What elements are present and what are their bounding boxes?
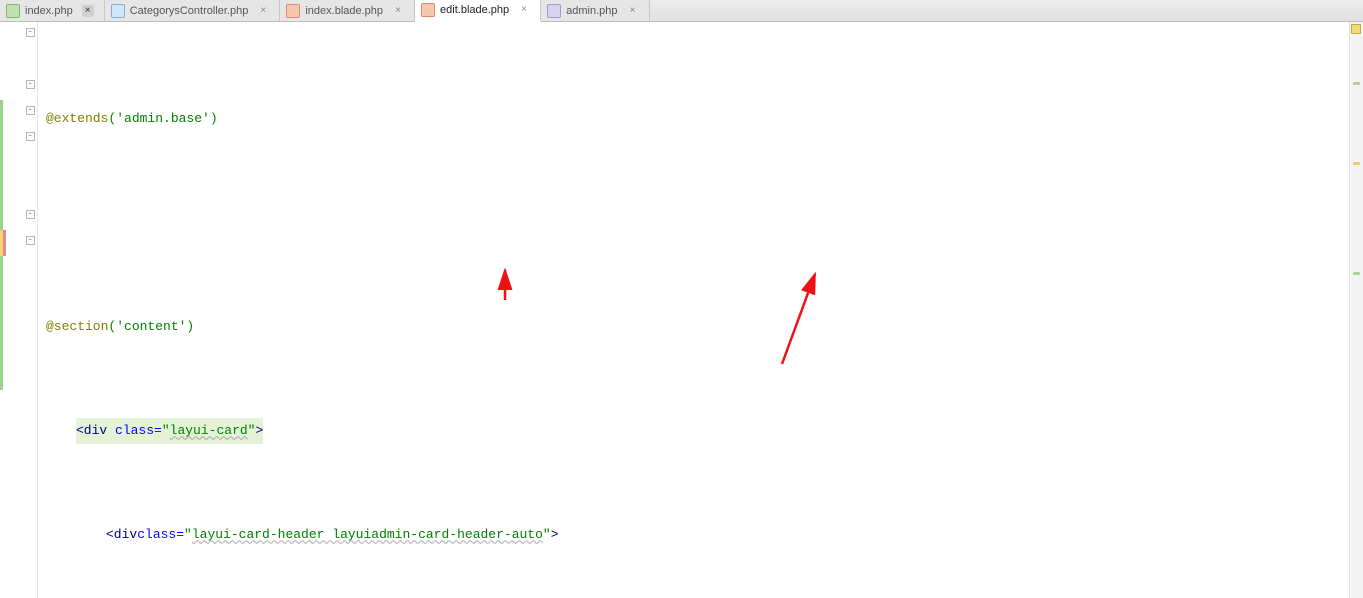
php-file-icon [547, 4, 561, 18]
code-line: @section('content') [46, 314, 1363, 340]
code-line: <div class="layui-card"> [46, 418, 1363, 444]
php-file-icon [6, 4, 20, 18]
php-class-icon [111, 4, 125, 18]
blade-directive: @section [46, 314, 108, 340]
code-line: <div class="layui-card-header layuiadmin… [46, 522, 1363, 548]
code-line: @extends('admin.base') [46, 106, 1363, 132]
code-line [46, 210, 1363, 236]
blade-directive: @extends [46, 106, 108, 132]
fold-toggle-icon[interactable]: - [26, 210, 35, 219]
fold-column: - - - - - - [23, 22, 37, 598]
tab-label: admin.php [566, 5, 617, 17]
inspection-status-icon [1351, 24, 1361, 34]
code-editor[interactable]: - - - - - - @extends('admin.base') @sect… [0, 22, 1363, 598]
tab-admin-php[interactable]: admin.php × [541, 0, 649, 21]
tab-edit-blade[interactable]: edit.blade.php × [415, 0, 541, 22]
code-area[interactable]: @extends('admin.base') @section('content… [38, 22, 1363, 598]
vertical-scrollbar[interactable] [1349, 22, 1363, 598]
close-icon[interactable]: × [392, 5, 404, 17]
fold-toggle-icon[interactable]: - [26, 132, 35, 141]
close-icon[interactable]: × [627, 5, 639, 17]
editor-tabbar: index.php × CategorysController.php × in… [0, 0, 1363, 22]
fold-toggle-icon[interactable]: - [26, 236, 35, 245]
editor-gutter: - - - - - - [0, 22, 38, 598]
blade-file-icon [286, 4, 300, 18]
blade-file-icon [421, 3, 435, 17]
fold-toggle-icon[interactable]: - [26, 106, 35, 115]
fold-toggle-icon[interactable]: - [26, 80, 35, 89]
close-icon[interactable]: × [82, 5, 94, 17]
tab-label: index.php [25, 5, 73, 17]
tab-label: edit.blade.php [440, 4, 509, 16]
tab-label: CategorysController.php [130, 5, 249, 17]
tab-label: index.blade.php [305, 5, 383, 17]
tab-index-blade[interactable]: index.blade.php × [280, 0, 415, 21]
tab-index-php[interactable]: index.php × [0, 0, 105, 21]
fold-toggle-icon[interactable]: - [26, 28, 35, 37]
tab-categorys-controller[interactable]: CategorysController.php × [105, 0, 281, 21]
close-icon[interactable]: × [518, 4, 530, 16]
close-icon[interactable]: × [257, 5, 269, 17]
